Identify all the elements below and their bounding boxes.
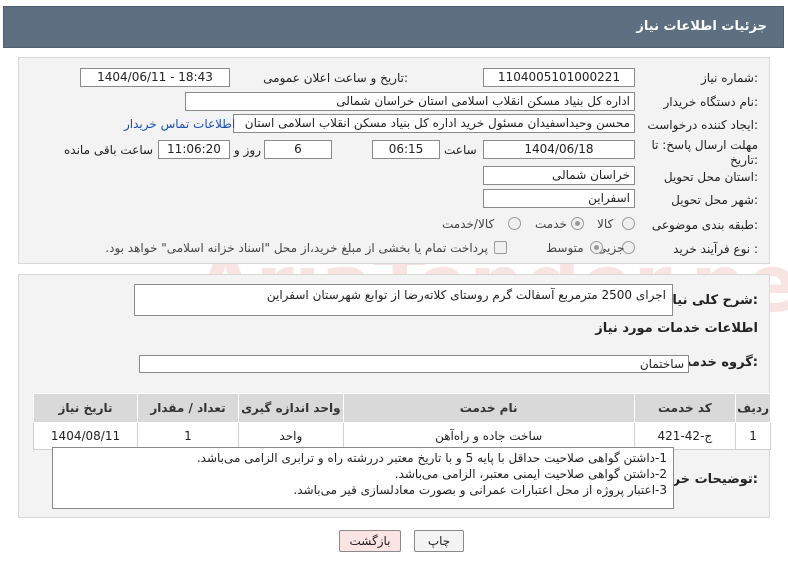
- deadline-time-label: ساعت: [444, 143, 477, 157]
- requester-label: ایجاد کننده درخواست:: [647, 118, 758, 132]
- need-number-label: شماره نیاز:: [700, 71, 758, 85]
- buyer-note-line-1: 1-داشتن گواهی صلاحیت حداقل با پایه 5 و ب…: [196, 451, 667, 465]
- announce-datetime-field: 1404/06/11 - 18:43: [80, 68, 230, 87]
- page-header: جزئیات اطلاعات نیاز: [3, 6, 784, 48]
- category-radio-service[interactable]: [571, 217, 584, 230]
- col-quantity: تعداد / مقدار: [137, 393, 239, 423]
- col-unit: واحد اندازه گیری: [237, 393, 344, 423]
- province-field: خراسان شمالی: [483, 166, 635, 185]
- category-radio-goods[interactable]: [622, 217, 635, 230]
- services-table: ردیف کد خدمت نام خدمت واحد اندازه گیری ت…: [32, 393, 771, 450]
- col-service-name: نام خدمت: [342, 393, 635, 423]
- remaining-days-field: 6: [264, 140, 332, 159]
- process-radio-medium[interactable]: [590, 241, 603, 254]
- deadline-time-field: 06:15: [372, 140, 440, 159]
- buyer-org-field: اداره کل بنیاد مسکن انقلاب اسلامی استان …: [185, 92, 635, 111]
- buyer-org-label: نام دستگاه خریدار:: [663, 95, 759, 109]
- deadline-date-field: 1404/06/18: [483, 140, 635, 159]
- service-group-label: گروه خدمت:: [678, 355, 758, 370]
- col-need-date: تاریخ نیاز: [32, 393, 139, 423]
- category-radio-goods-service[interactable]: [508, 217, 521, 230]
- service-group-field: ساختمان: [139, 355, 689, 373]
- table-row: 1 ج-42-421 ساخت جاده و راه‌آهن واحد 1 14…: [32, 422, 771, 450]
- city-field: اسفراین: [483, 189, 635, 208]
- cell-quantity: 1: [137, 422, 239, 450]
- category-option-service: خدمت: [535, 217, 567, 231]
- city-label: شهر محل تحویل:: [671, 193, 758, 207]
- cell-unit: واحد: [237, 422, 344, 450]
- buyer-notes-textarea[interactable]: 1-داشتن گواهی صلاحیت حداقل با پایه 5 و ب…: [52, 447, 674, 509]
- announce-datetime-label: تاریخ و ساعت اعلان عمومی:: [263, 71, 408, 85]
- description-textarea[interactable]: اجرای 2500 مترمربع آسفالت گرم روستای کلا…: [134, 284, 673, 316]
- col-row: ردیف: [735, 393, 771, 423]
- category-option-goods-service: کالا/خدمت: [442, 217, 495, 231]
- deadline-label: مهلت ارسال پاسخ: تا تاریخ:: [651, 138, 758, 167]
- page-title: جزئیات اطلاعات نیاز: [636, 19, 767, 34]
- days-label: روز و: [234, 143, 261, 157]
- cell-service-code: ج-42-421: [633, 422, 737, 450]
- services-section-title: اطلاعات خدمات مورد نیاز: [595, 321, 758, 336]
- category-option-goods: کالا: [597, 217, 614, 231]
- table-header-row: ردیف کد خدمت نام خدمت واحد اندازه گیری ت…: [32, 393, 771, 423]
- back-button[interactable]: بازگشت: [339, 530, 401, 552]
- remaining-time-field: 11:06:20: [158, 140, 230, 159]
- treasury-payment-checkbox[interactable]: [494, 241, 507, 254]
- buyer-note-line-2: 2-داشتن گواهی صلاحیت ایمنی معتبر، الزامی…: [394, 467, 667, 481]
- province-label: استان محل تحویل:: [663, 170, 758, 184]
- cell-row: 1: [735, 422, 771, 450]
- category-label: طبقه بندی موضوعی:: [651, 218, 758, 232]
- process-option-medium: متوسط: [546, 241, 584, 255]
- buyer-contact-link[interactable]: اطلاعات تماس خریدار: [124, 117, 235, 131]
- need-number-field: 1104005101000221: [483, 68, 635, 87]
- requester-field: محسن وحیداسفیدان مسئول خرید اداره کل بنی…: [233, 114, 635, 133]
- buyer-note-line-3: 3-اعتبار پروژه از محل اعتبارات عمرانی و …: [293, 483, 667, 497]
- process-label: نوع فرآیند خرید :: [673, 242, 758, 256]
- description-label: شرح کلی نیاز:: [664, 293, 758, 308]
- remaining-label: ساعت باقی مانده: [64, 143, 154, 157]
- treasury-payment-note: پرداخت تمام یا بخشی از مبلغ خرید،از محل …: [105, 241, 488, 255]
- cell-service-name: ساخت جاده و راه‌آهن: [342, 422, 635, 450]
- col-service-code: کد خدمت: [633, 393, 737, 423]
- cell-need-date: 1404/08/11: [32, 422, 139, 450]
- print-button[interactable]: چاپ: [414, 530, 464, 552]
